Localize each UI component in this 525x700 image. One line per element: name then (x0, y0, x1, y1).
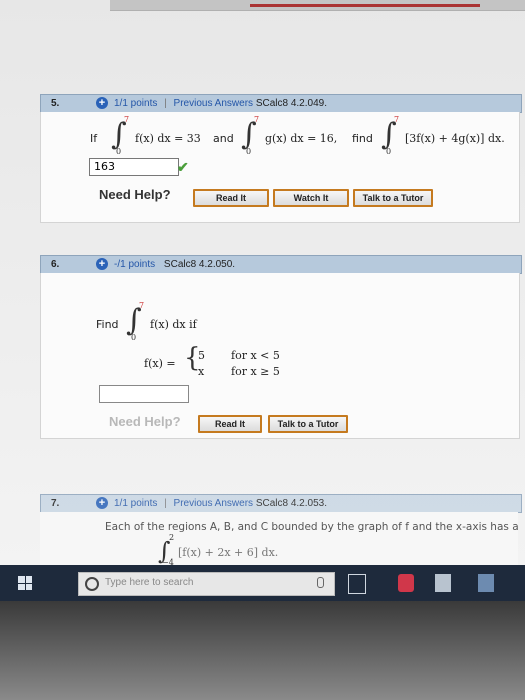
read-it-button[interactable]: Read It (193, 189, 269, 207)
integral-g: g(x) dx = 16, (265, 132, 338, 145)
read-it-button[interactable]: Read It (198, 415, 262, 433)
if-text: If (90, 132, 98, 145)
question-6-body: Find ∫ 7 0 f(x) dx if f(x) = { 5 for x <… (40, 273, 520, 439)
taskbar-app-icon[interactable] (478, 574, 494, 592)
task-view-icon[interactable] (348, 574, 366, 594)
need-help-label: Need Help? (109, 414, 181, 429)
webassign-page: 5. + 1/1 points | Previous Answers SCalc… (0, 0, 525, 567)
question-text: Each of the regions A, B, and C bounded … (105, 521, 519, 533)
integral-sign: ∫ (241, 117, 257, 152)
integral-f: f(x) dx = 33 (135, 132, 201, 145)
integral-sign: ∫ (111, 117, 127, 152)
previous-answers-link[interactable]: Previous Answers (174, 98, 253, 109)
expand-plus-icon[interactable]: + (96, 97, 108, 109)
previous-answers-link[interactable]: Previous Answers (174, 498, 253, 509)
top-toolbar (110, 0, 525, 11)
talk-to-tutor-button[interactable]: Talk to a Tutor (353, 189, 433, 207)
windows-taskbar: Type here to search (0, 565, 525, 601)
answer-input[interactable]: 163 (89, 158, 179, 176)
question-code: SCalc8 4.2.050. (163, 259, 236, 270)
correct-check-icon: ✔ (177, 159, 189, 175)
cortana-circle-icon (85, 577, 99, 591)
taskbar-search-box[interactable]: Type here to search (78, 572, 335, 596)
question-meta: -/1 points SCalc8 4.2.050. (114, 256, 235, 273)
fx-label: f(x) = (144, 357, 176, 370)
question-7-header: 7. + 1/1 points | Previous Answers SCalc… (40, 494, 522, 513)
question-code: SCalc8 4.2.053. (255, 498, 327, 509)
expand-plus-icon[interactable]: + (96, 497, 108, 509)
desk-surface (0, 601, 525, 700)
file-explorer-icon[interactable] (435, 574, 451, 592)
watch-it-button[interactable]: Watch It (273, 189, 349, 207)
integral-f: f(x) dx if (150, 318, 197, 331)
integral-sign: ∫ (381, 117, 397, 152)
question-6-header: 6. + -/1 points SCalc8 4.2.050. (40, 255, 522, 274)
points-label: 1/1 points (114, 498, 158, 509)
windows-start-icon[interactable] (18, 576, 32, 590)
app-store-icon[interactable] (398, 574, 414, 592)
integral-combo: [3f(x) + 4g(x)] dx. (405, 132, 505, 145)
answer-input[interactable] (99, 385, 189, 403)
question-number: 6. (51, 259, 60, 270)
question-7-body: Each of the regions A, B, and C bounded … (40, 512, 519, 567)
question-5-header: 5. + 1/1 points | Previous Answers SCalc… (40, 94, 522, 113)
integral-expr: [f(x) + 2x + 6] dx. (178, 546, 279, 559)
talk-to-tutor-button[interactable]: Talk to a Tutor (268, 415, 348, 433)
question-meta: 1/1 points | Previous Answers SCalc8 4.2… (114, 98, 327, 109)
integral-sign: ∫ (126, 303, 142, 338)
points-label: 1/1 points (114, 98, 158, 109)
question-5-body: If ∫ 7 0 f(x) dx = 33 and ∫ 7 0 g(x) dx … (40, 112, 520, 223)
question-code: SCalc8 4.2.049. (255, 98, 327, 109)
question-meta: 1/1 points | Previous Answers SCalc8 4.2… (114, 498, 327, 509)
expand-plus-icon[interactable]: + (96, 258, 108, 270)
question-number: 7. (51, 498, 60, 509)
question-number: 5. (51, 98, 60, 109)
search-placeholder: Type here to search (105, 577, 194, 588)
need-help-label: Need Help? (99, 187, 171, 202)
microphone-icon[interactable] (317, 577, 324, 588)
points-label: -/1 points (114, 259, 156, 270)
